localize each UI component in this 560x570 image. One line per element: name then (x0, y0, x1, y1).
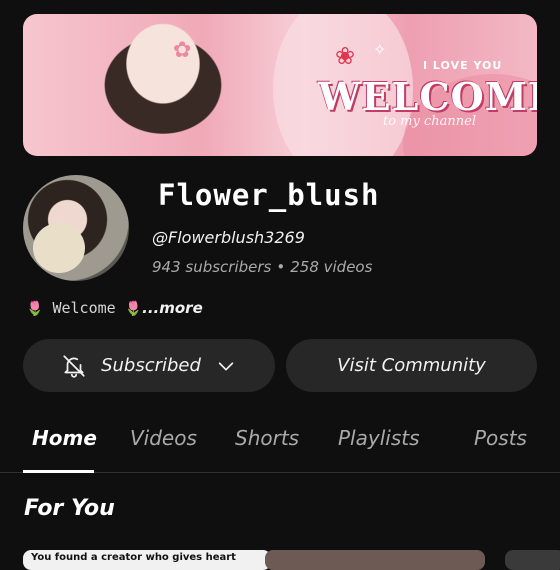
subscriber-count: 943 subscribers (152, 258, 272, 276)
channel-name: Flower_blush (158, 178, 380, 212)
channel-stats: 943 subscribers • 258 videos (152, 258, 372, 276)
video-card[interactable] (505, 550, 560, 570)
channel-avatar[interactable] (23, 175, 129, 281)
video-count: 258 videos (290, 258, 373, 276)
video-card[interactable]: You found a creator who gives heart (23, 550, 271, 570)
tulip-icon: 🌷 (26, 301, 44, 317)
tab-videos[interactable]: Videos (130, 426, 197, 450)
banner-welcome-text: WELCOME (318, 74, 537, 119)
stats-separator: • (276, 258, 286, 276)
subscribed-button[interactable]: Subscribed (23, 339, 275, 392)
visit-community-label: Visit Community (337, 355, 486, 376)
more-link[interactable]: ...more (142, 299, 203, 317)
banner-subtitle: I LOVE YOU (423, 59, 503, 72)
channel-description[interactable]: 🌷 Welcome 🌷...more (26, 299, 203, 317)
card-caption: You found a creator who gives heart (31, 552, 236, 563)
channel-tabs: Home Videos Shorts Playlists Posts (0, 414, 560, 473)
description-text: Welcome (52, 299, 116, 317)
sparkle-icon: ✧ (373, 40, 387, 59)
channel-handle: @Flowerblush3269 (152, 228, 305, 247)
visit-community-button[interactable]: Visit Community (286, 339, 537, 392)
tab-shorts[interactable]: Shorts (235, 426, 299, 450)
banner-portrait (78, 14, 248, 156)
active-tab-indicator (23, 470, 94, 473)
teddy-bear-icon (33, 223, 85, 273)
bell-off-icon (61, 353, 87, 379)
subscribed-label: Subscribed (101, 355, 201, 376)
video-card[interactable] (265, 550, 485, 570)
flower-icon: ❀ (335, 42, 356, 70)
banner-tagline: to my channel (383, 114, 476, 129)
tab-posts[interactable]: Posts (474, 426, 527, 450)
section-title: For You (24, 496, 115, 521)
tab-home[interactable]: Home (32, 426, 97, 450)
channel-banner: ✿ ❀ ✧ I LOVE YOU WELCOME to my channel (23, 14, 537, 156)
tab-playlists[interactable]: Playlists (338, 426, 420, 450)
tulip-icon: 🌷 (124, 301, 143, 317)
chevron-down-icon (215, 355, 237, 377)
bow-icon: ✿ (173, 38, 192, 63)
